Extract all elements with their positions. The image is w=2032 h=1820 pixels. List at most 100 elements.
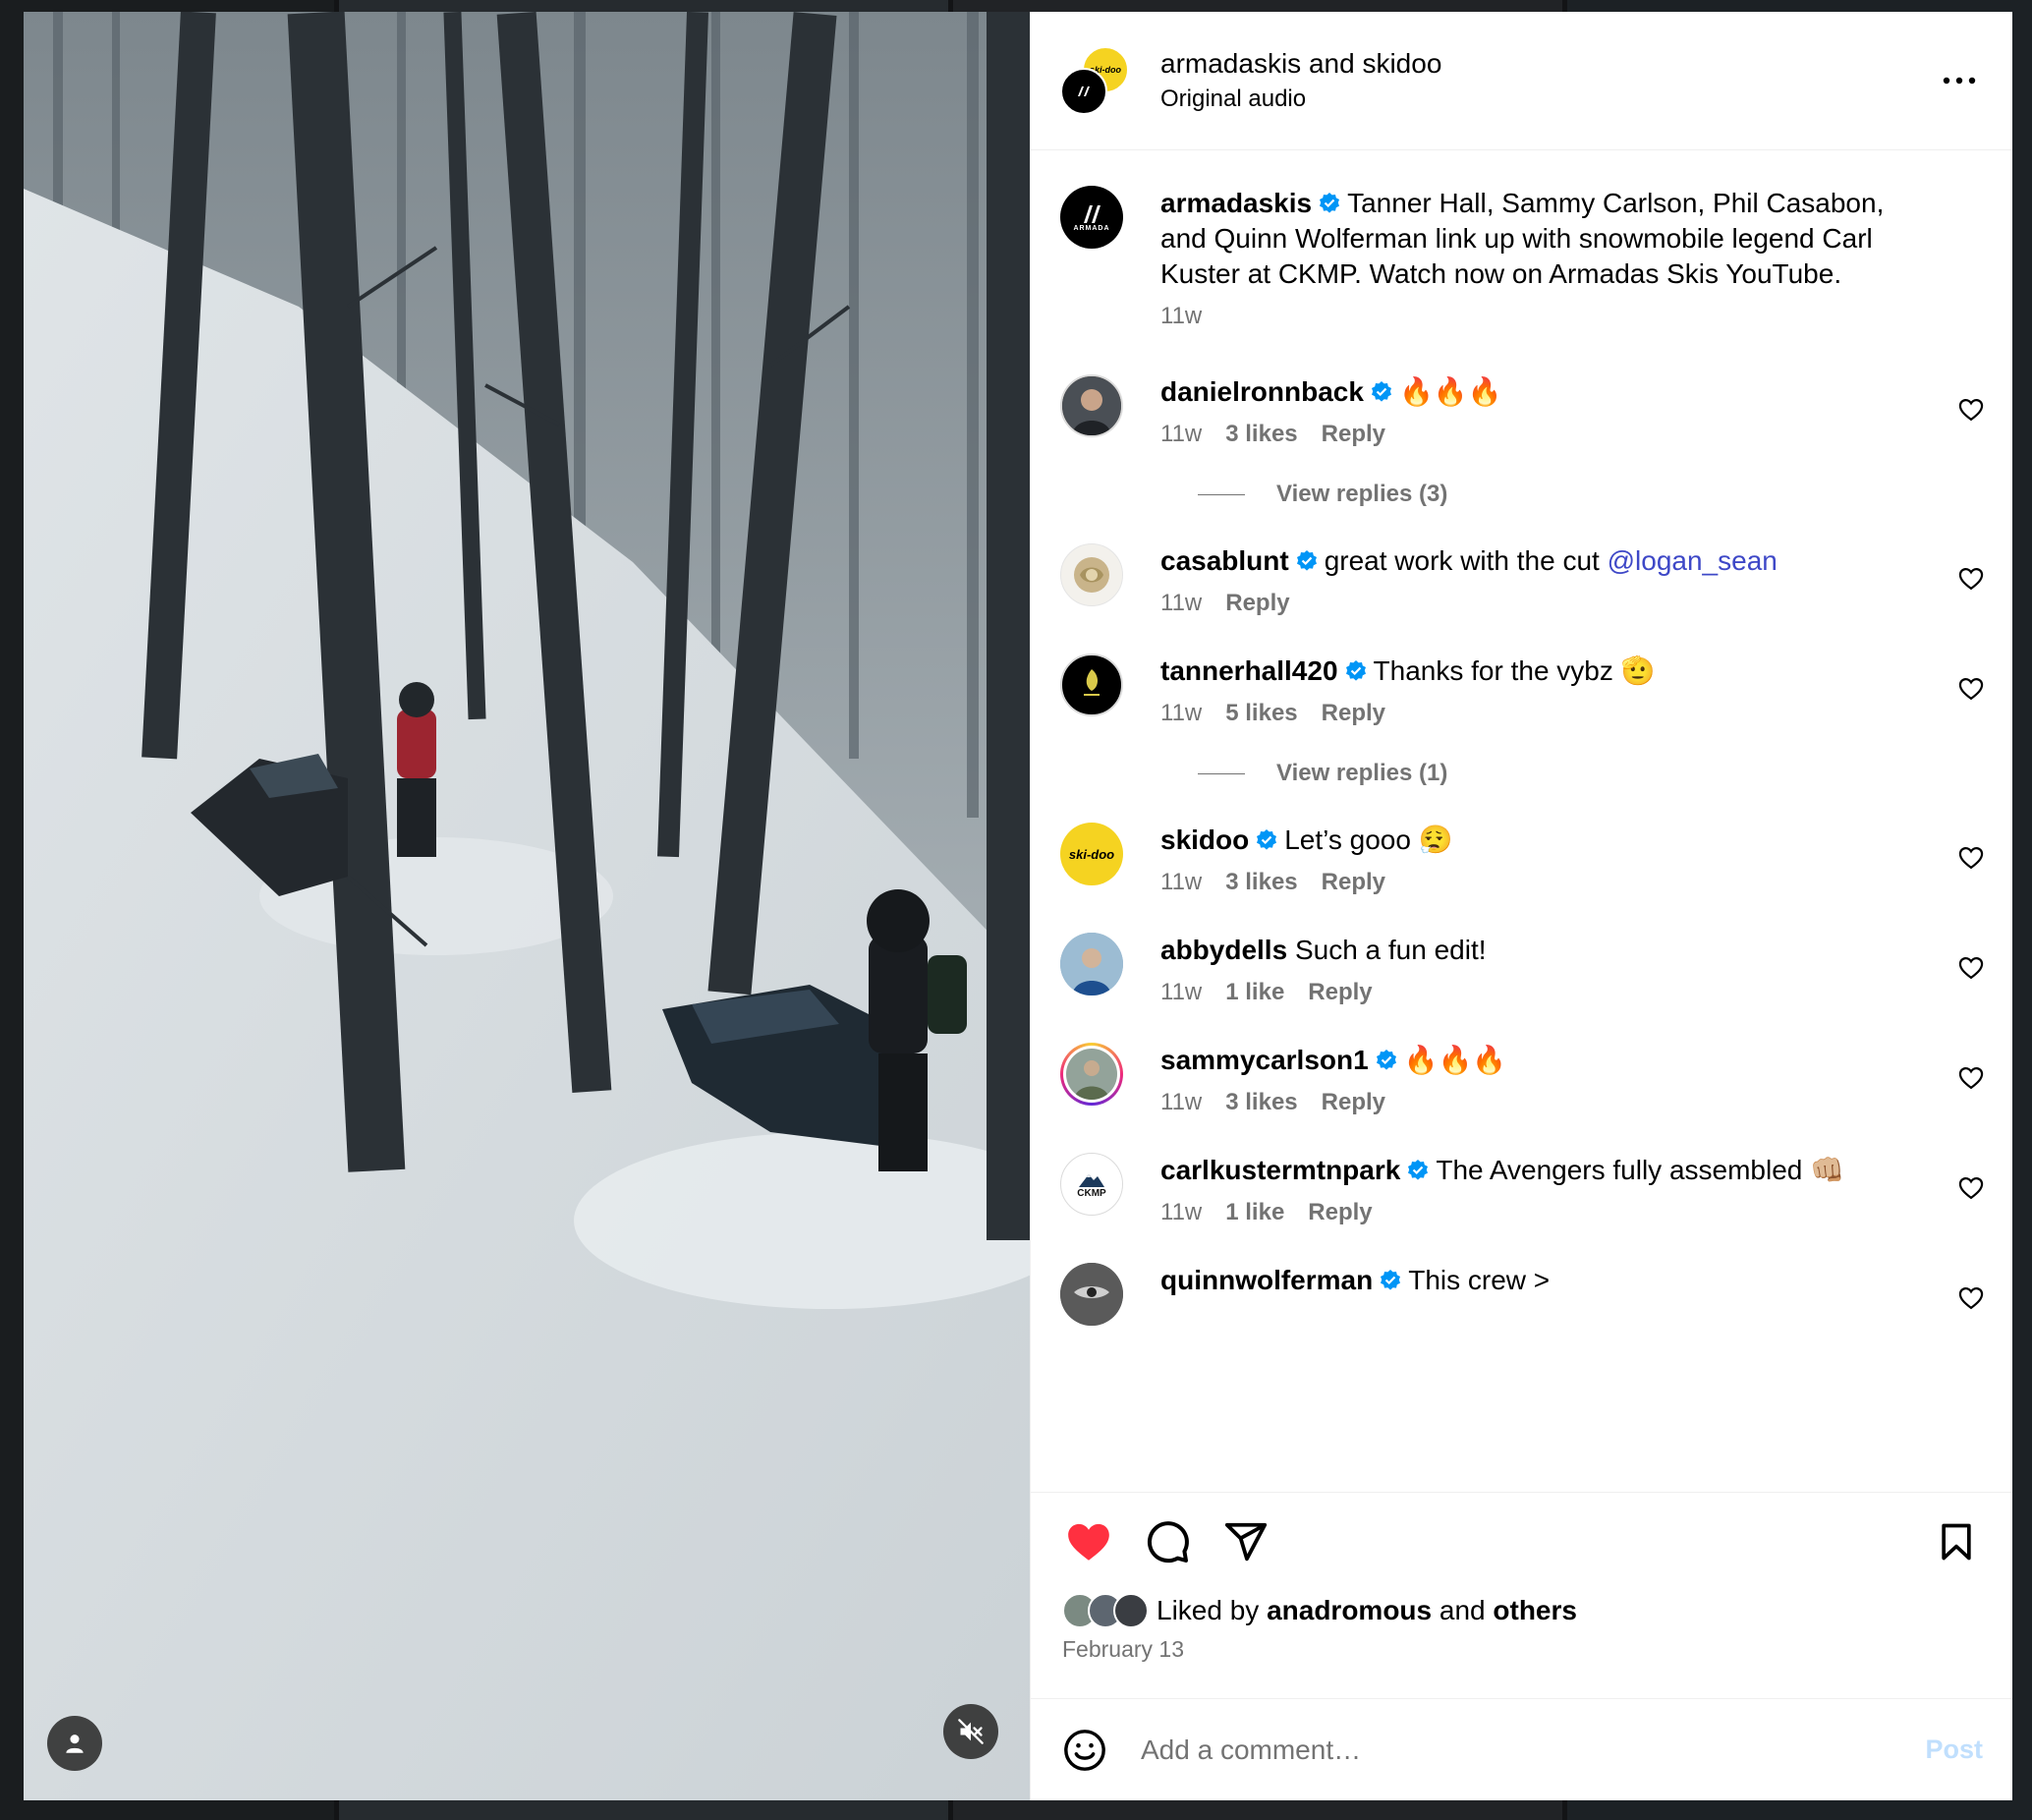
- heart-outline-icon[interactable]: [1957, 675, 1985, 703]
- comment-bubble-icon: [1147, 1521, 1189, 1564]
- reply-button[interactable]: Reply: [1308, 978, 1372, 1007]
- avatar-label: ski-doo: [1068, 846, 1115, 862]
- video-frame: [24, 12, 1030, 1800]
- comments-list[interactable]: ARMADA armadaskis Tanner Hall, Sammy Carl…: [1031, 150, 2012, 1492]
- avatar[interactable]: [1060, 1263, 1123, 1326]
- heart-outline-icon[interactable]: [1957, 1284, 1985, 1312]
- audio-link[interactable]: Original audio: [1160, 84, 1938, 115]
- comment-username[interactable]: quinnwolferman: [1160, 1265, 1373, 1295]
- comment-likes[interactable]: 3 likes: [1225, 420, 1297, 449]
- save-button[interactable]: [1930, 1515, 1983, 1568]
- comment-likes[interactable]: 1 like: [1225, 978, 1284, 1007]
- user-tags-button[interactable]: [47, 1716, 102, 1771]
- post-comment-button[interactable]: Post: [1925, 1735, 1983, 1765]
- comment-text: 🔥🔥🔥: [1398, 376, 1502, 407]
- comment-row: sammycarlson1 🔥🔥🔥 11w 3 likes Reply: [1060, 1043, 1985, 1117]
- profile-photo-icon: [1060, 1263, 1123, 1326]
- mute-toggle-button[interactable]: [943, 1704, 998, 1759]
- avatar[interactable]: [1060, 933, 1123, 995]
- reply-button[interactable]: Reply: [1322, 1088, 1385, 1117]
- divider-line: [1198, 493, 1245, 495]
- profile-photo-icon: [1074, 557, 1109, 593]
- comment-username[interactable]: abbydells: [1160, 935, 1287, 965]
- comment-time[interactable]: 11w: [1160, 699, 1202, 728]
- comment-username[interactable]: casablunt: [1160, 545, 1289, 576]
- comment-likes[interactable]: 3 likes: [1225, 868, 1297, 897]
- post-authors: armadaskis and skidoo: [1160, 46, 1938, 82]
- heart-outline-icon[interactable]: [1957, 954, 1985, 982]
- verified-badge-icon: [1376, 1050, 1396, 1070]
- armada-logo-icon: [1078, 86, 1090, 96]
- comment-time[interactable]: 11w: [1160, 589, 1202, 618]
- mention-link[interactable]: @logan_sean: [1608, 545, 1778, 576]
- view-replies-button[interactable]: View replies (3): [1198, 481, 1985, 508]
- avatar-label: CKMP: [1077, 1187, 1106, 1199]
- like-button[interactable]: [1062, 1515, 1115, 1568]
- avatar[interactable]: [1060, 654, 1123, 716]
- avatar-story-ring[interactable]: [1060, 1043, 1123, 1106]
- post-caption: ARMADA armadaskis Tanner Hall, Sammy Carl…: [1060, 186, 1985, 331]
- comment-username[interactable]: skidoo: [1160, 825, 1249, 855]
- paper-plane-icon: [1224, 1522, 1268, 1562]
- comment-input[interactable]: [1141, 1734, 1926, 1766]
- liker-avatars[interactable]: [1062, 1593, 1149, 1628]
- reply-button[interactable]: Reply: [1322, 868, 1385, 897]
- comment-likes[interactable]: 1 like: [1225, 1198, 1284, 1227]
- avatar[interactable]: [1060, 543, 1123, 606]
- author-link[interactable]: skidoo: [1362, 48, 1441, 79]
- comment-username[interactable]: danielronnback: [1160, 376, 1364, 407]
- avatar[interactable]: [1060, 374, 1123, 437]
- heart-outline-icon[interactable]: [1957, 844, 1985, 872]
- comment-time[interactable]: 11w: [1160, 1088, 1202, 1117]
- heart-outline-icon[interactable]: [1957, 396, 1985, 424]
- comment-text: This crew >: [1408, 1265, 1551, 1295]
- post-header: ski-doo armadaskis and skidoo Original a…: [1031, 12, 2012, 150]
- avatar[interactable]: CKMP: [1060, 1153, 1123, 1216]
- user-tag-icon: [66, 1735, 84, 1753]
- comment-likes[interactable]: 5 likes: [1225, 699, 1297, 728]
- heart-outline-icon[interactable]: [1957, 565, 1985, 593]
- reel-video[interactable]: [24, 12, 1030, 1800]
- comment-time[interactable]: 11w: [1160, 420, 1202, 449]
- author-joiner: and: [1308, 48, 1355, 79]
- comment-time[interactable]: 11w: [1160, 868, 1202, 897]
- comment-time[interactable]: 11w: [1160, 302, 1202, 331]
- reply-button[interactable]: Reply: [1322, 699, 1385, 728]
- comment-time[interactable]: 11w: [1160, 978, 1202, 1007]
- emoji-button[interactable]: [1060, 1726, 1109, 1775]
- mountain-logo-icon: [1079, 1173, 1104, 1187]
- comment-username[interactable]: sammycarlson1: [1160, 1045, 1369, 1075]
- collab-avatars[interactable]: ski-doo: [1060, 46, 1129, 115]
- liked-by-prefix: Liked by: [1157, 1595, 1260, 1625]
- comment-username[interactable]: tannerhall420: [1160, 655, 1338, 686]
- avatar[interactable]: ARMADA: [1060, 186, 1123, 249]
- comment-text: Thanks for the vybz 🫡: [1373, 655, 1656, 686]
- reply-button[interactable]: Reply: [1308, 1198, 1372, 1227]
- view-replies-label: View replies (3): [1276, 481, 1448, 507]
- liked-by: Liked by anadromous and others: [1062, 1593, 1983, 1628]
- emoji-smile-icon: [1064, 1729, 1105, 1771]
- avatar[interactable]: ski-doo: [1060, 823, 1123, 885]
- verified-badge-icon: [1408, 1160, 1429, 1180]
- heart-outline-icon[interactable]: [1957, 1174, 1985, 1202]
- comment-button[interactable]: [1141, 1515, 1194, 1568]
- comment-time[interactable]: 11w: [1160, 1198, 1202, 1227]
- comment-row: danielronnback 🔥🔥🔥 11w 3 likes Reply: [1060, 374, 1985, 449]
- more-options-button[interactable]: [1938, 59, 1981, 102]
- liked-by-others[interactable]: others: [1493, 1595, 1577, 1626]
- liked-by-user[interactable]: anadromous: [1267, 1595, 1432, 1626]
- armadaskis-avatar[interactable]: [1060, 68, 1107, 115]
- comment-text: great work with the cut: [1324, 545, 1608, 576]
- reply-button[interactable]: Reply: [1225, 589, 1289, 618]
- reply-button[interactable]: Reply: [1322, 420, 1385, 449]
- comment-username[interactable]: carlkustermtnpark: [1160, 1155, 1400, 1185]
- view-replies-button[interactable]: View replies (1): [1198, 760, 1985, 787]
- comment-text: Let’s gooo 😮‍💨: [1284, 825, 1453, 855]
- author-link[interactable]: armadaskis: [1160, 48, 1301, 79]
- heart-outline-icon[interactable]: [1957, 1064, 1985, 1092]
- liker-avatar: [1113, 1593, 1149, 1628]
- post-date[interactable]: February 13: [1062, 1636, 1983, 1663]
- comment-username[interactable]: armadaskis: [1160, 188, 1312, 218]
- comment-likes[interactable]: 3 likes: [1225, 1088, 1297, 1117]
- share-button[interactable]: [1219, 1515, 1272, 1568]
